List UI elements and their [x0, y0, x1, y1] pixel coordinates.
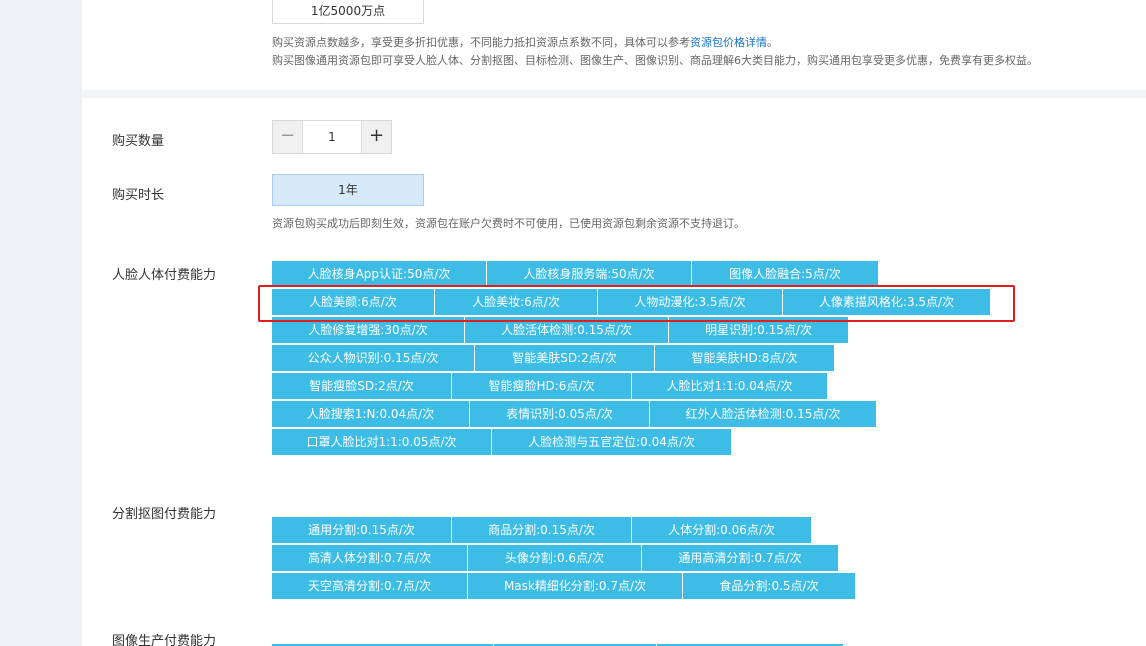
- face-section-label: 人脸人体付费能力: [112, 268, 217, 283]
- generation-section-label: 图像生产付费能力: [112, 634, 217, 646]
- capability-tag: 天空高清分割:0.7点/次: [272, 573, 468, 599]
- capability-tag: 通用高清分割:0.7点/次: [642, 545, 839, 571]
- duration-option-1-year[interactable]: 1年: [272, 174, 424, 206]
- points-note-1: 购买资源点数越多，享受更多折扣优惠，不同能力抵扣资源点系数不同，具体可以参考资源…: [272, 35, 778, 51]
- capability-tag: 公众人物识别:0.15点/次: [272, 345, 475, 371]
- capability-tag: 智能美肤HD:8点/次: [655, 345, 835, 371]
- quantity-input[interactable]: 1: [303, 121, 361, 153]
- left-gutter: [0, 0, 82, 646]
- points-option-selected[interactable]: 1亿5000万点: [272, 0, 424, 24]
- capability-tag: 高清人体分割:0.7点/次: [272, 545, 468, 571]
- capability-tag: 人脸比对1:1:0.04点/次: [632, 373, 828, 399]
- capability-tag: 智能美肤SD:2点/次: [475, 345, 655, 371]
- duration-label: 购买时长: [112, 188, 165, 203]
- capability-tag: 头像分割:0.6点/次: [468, 545, 642, 571]
- capability-tag: 商品分割:0.15点/次: [452, 517, 632, 543]
- quantity-label: 购买数量: [112, 134, 165, 149]
- capability-tag: 智能瘦脸HD:6点/次: [452, 373, 632, 399]
- capability-tag: 口罩人脸比对1:1:0.05点/次: [272, 429, 492, 455]
- capability-tag: 通用分割:0.15点/次: [272, 517, 452, 543]
- capability-tag: 食品分割:0.5点/次: [683, 573, 856, 599]
- capability-tag: 表情识别:0.05点/次: [470, 401, 650, 427]
- increment-button[interactable]: +: [361, 121, 391, 153]
- capability-tag: 人脸核身App认证:50点/次: [272, 261, 487, 287]
- capability-tag: 人脸检测与五官定位:0.04点/次: [492, 429, 732, 455]
- quantity-stepper[interactable]: − 1 +: [272, 120, 392, 154]
- capability-tag: 人体分割:0.06点/次: [632, 517, 812, 543]
- capability-tag: 图像人脸融合:5点/次: [692, 261, 879, 287]
- capability-tag: 人脸搜索1:N:0.04点/次: [272, 401, 470, 427]
- segmentation-section-label: 分割抠图付费能力: [112, 507, 217, 522]
- price-details-link[interactable]: 资源包价格详情: [690, 36, 767, 49]
- capability-tag: Mask精细化分割:0.7点/次: [468, 573, 683, 599]
- capability-tag: 红外人脸活体检测:0.15点/次: [650, 401, 877, 427]
- points-note-2: 购买图像通用资源包即可享受人脸人体、分割抠图、目标检测、图像生产、图像识别、商品…: [272, 54, 1038, 67]
- duration-note: 资源包购买成功后即刻生效，资源包在账户欠费时不可使用，已使用资源包剩余资源不支持…: [272, 217, 745, 230]
- capability-tag: 智能瘦脸SD:2点/次: [272, 373, 452, 399]
- highlight-box: [258, 285, 1015, 322]
- points-note-period: 。: [767, 36, 778, 49]
- capability-tag: 人脸核身服务端:50点/次: [487, 261, 692, 287]
- points-note-text: 购买资源点数越多，享受更多折扣优惠，不同能力抵扣资源点系数不同，具体可以参考: [272, 36, 690, 49]
- decrement-button[interactable]: −: [273, 121, 303, 153]
